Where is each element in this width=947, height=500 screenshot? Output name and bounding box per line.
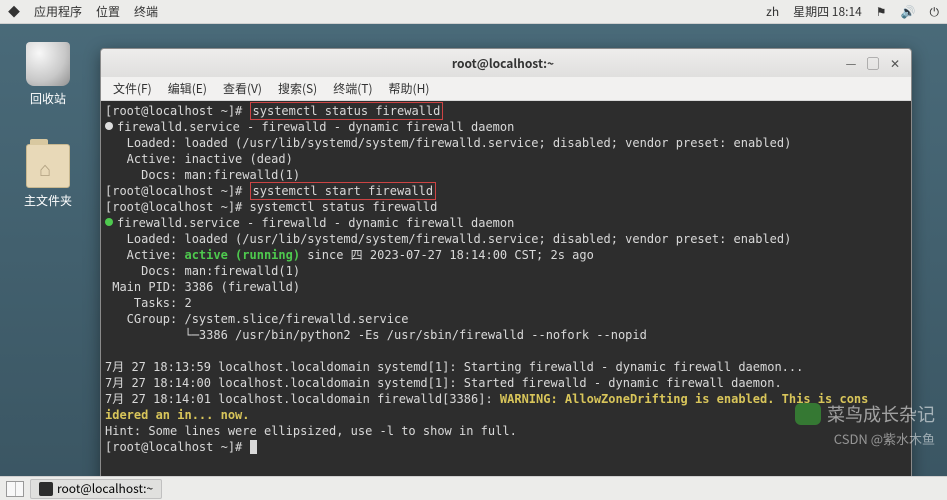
menu-places[interactable]: 位置 (96, 3, 120, 20)
activities-icon[interactable]: ◆ (8, 3, 20, 20)
status-dot-active-icon (105, 218, 113, 226)
home-folder-icon[interactable]: 主文件夹 (18, 144, 78, 209)
menu-file[interactable]: 文件(F) (107, 78, 158, 99)
wechat-icon (795, 403, 821, 425)
maximize-button[interactable]: ▢ (863, 54, 883, 72)
cmd-highlight: systemctl status firewalld (250, 102, 444, 120)
menu-terminal[interactable]: 终端 (134, 3, 158, 20)
titlebar[interactable]: root@localhost:~ — ▢ ✕ (101, 49, 911, 77)
active-status: active (running) (184, 248, 300, 262)
status-dot-inactive-icon (105, 122, 113, 130)
menu-applications[interactable]: 应用程序 (34, 3, 82, 20)
terminal-icon (39, 482, 53, 496)
terminal-body[interactable]: [root@localhost ~]# systemctl status fir… (101, 101, 911, 493)
home-label: 主文件夹 (18, 192, 78, 209)
bottom-panel: root@localhost:~ (0, 476, 947, 500)
cmd-highlight: systemctl start firewalld (250, 182, 437, 200)
power-icon[interactable]: ⏻ (930, 3, 940, 20)
menu-view[interactable]: 查看(V) (217, 78, 268, 99)
trash-icon[interactable]: 回收站 (18, 42, 78, 107)
watermark: 菜鸟成长杂记 CSDN @紫水木鱼 (795, 401, 935, 448)
close-button[interactable]: ✕ (885, 54, 905, 72)
input-method[interactable]: zh (766, 3, 779, 20)
taskbar-terminal[interactable]: root@localhost:~ (30, 479, 162, 499)
workspace-switcher[interactable] (6, 481, 24, 497)
menu-search[interactable]: 搜索(S) (272, 78, 323, 99)
menu-help[interactable]: 帮助(H) (383, 78, 436, 99)
minimize-button[interactable]: — (841, 54, 861, 72)
menu-terminal-tab[interactable]: 终端(T) (327, 78, 378, 99)
cursor (250, 440, 257, 454)
clock[interactable]: 星期四 18:14 (793, 3, 862, 20)
volume-icon[interactable]: 🔊 (901, 3, 916, 20)
terminal-window: root@localhost:~ — ▢ ✕ 文件(F) 编辑(E) 查看(V)… (100, 48, 912, 494)
window-title: root@localhost:~ (167, 55, 839, 72)
top-panel: ◆ 应用程序 位置 终端 zh 星期四 18:14 ⚑ 🔊 ⏻ (0, 0, 947, 24)
menu-edit[interactable]: 编辑(E) (162, 78, 213, 99)
desktop: 回收站 主文件夹 root@localhost:~ — ▢ ✕ 文件(F) 编辑… (0, 24, 947, 476)
trash-label: 回收站 (18, 90, 78, 107)
menubar: 文件(F) 编辑(E) 查看(V) 搜索(S) 终端(T) 帮助(H) (101, 77, 911, 101)
network-icon[interactable]: ⚑ (876, 3, 887, 20)
taskbar-label: root@localhost:~ (57, 480, 153, 497)
